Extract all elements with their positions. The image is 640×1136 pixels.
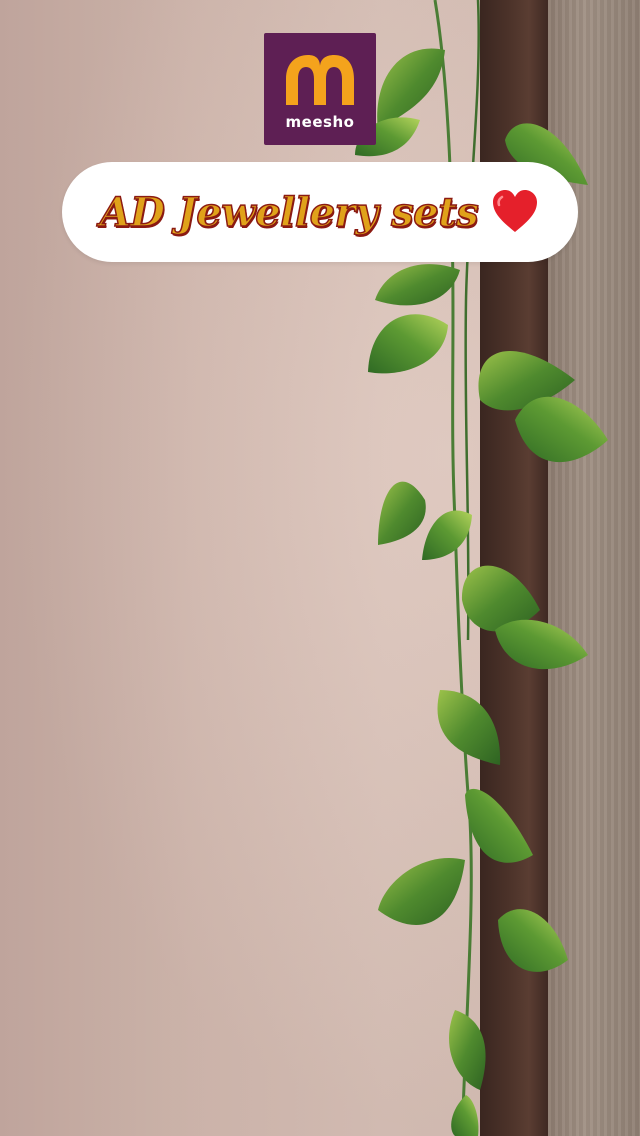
logo-wordmark: meesho <box>285 113 355 131</box>
heart-icon <box>493 190 538 232</box>
meesho-logo: meesho <box>264 33 376 145</box>
title-banner: AD Jewellery sets <box>62 162 578 262</box>
banner-title: AD Jewellery sets <box>99 188 479 237</box>
video-frame: meesho AD Jewellery sets <box>0 0 640 1136</box>
meesho-m-icon <box>286 55 354 105</box>
